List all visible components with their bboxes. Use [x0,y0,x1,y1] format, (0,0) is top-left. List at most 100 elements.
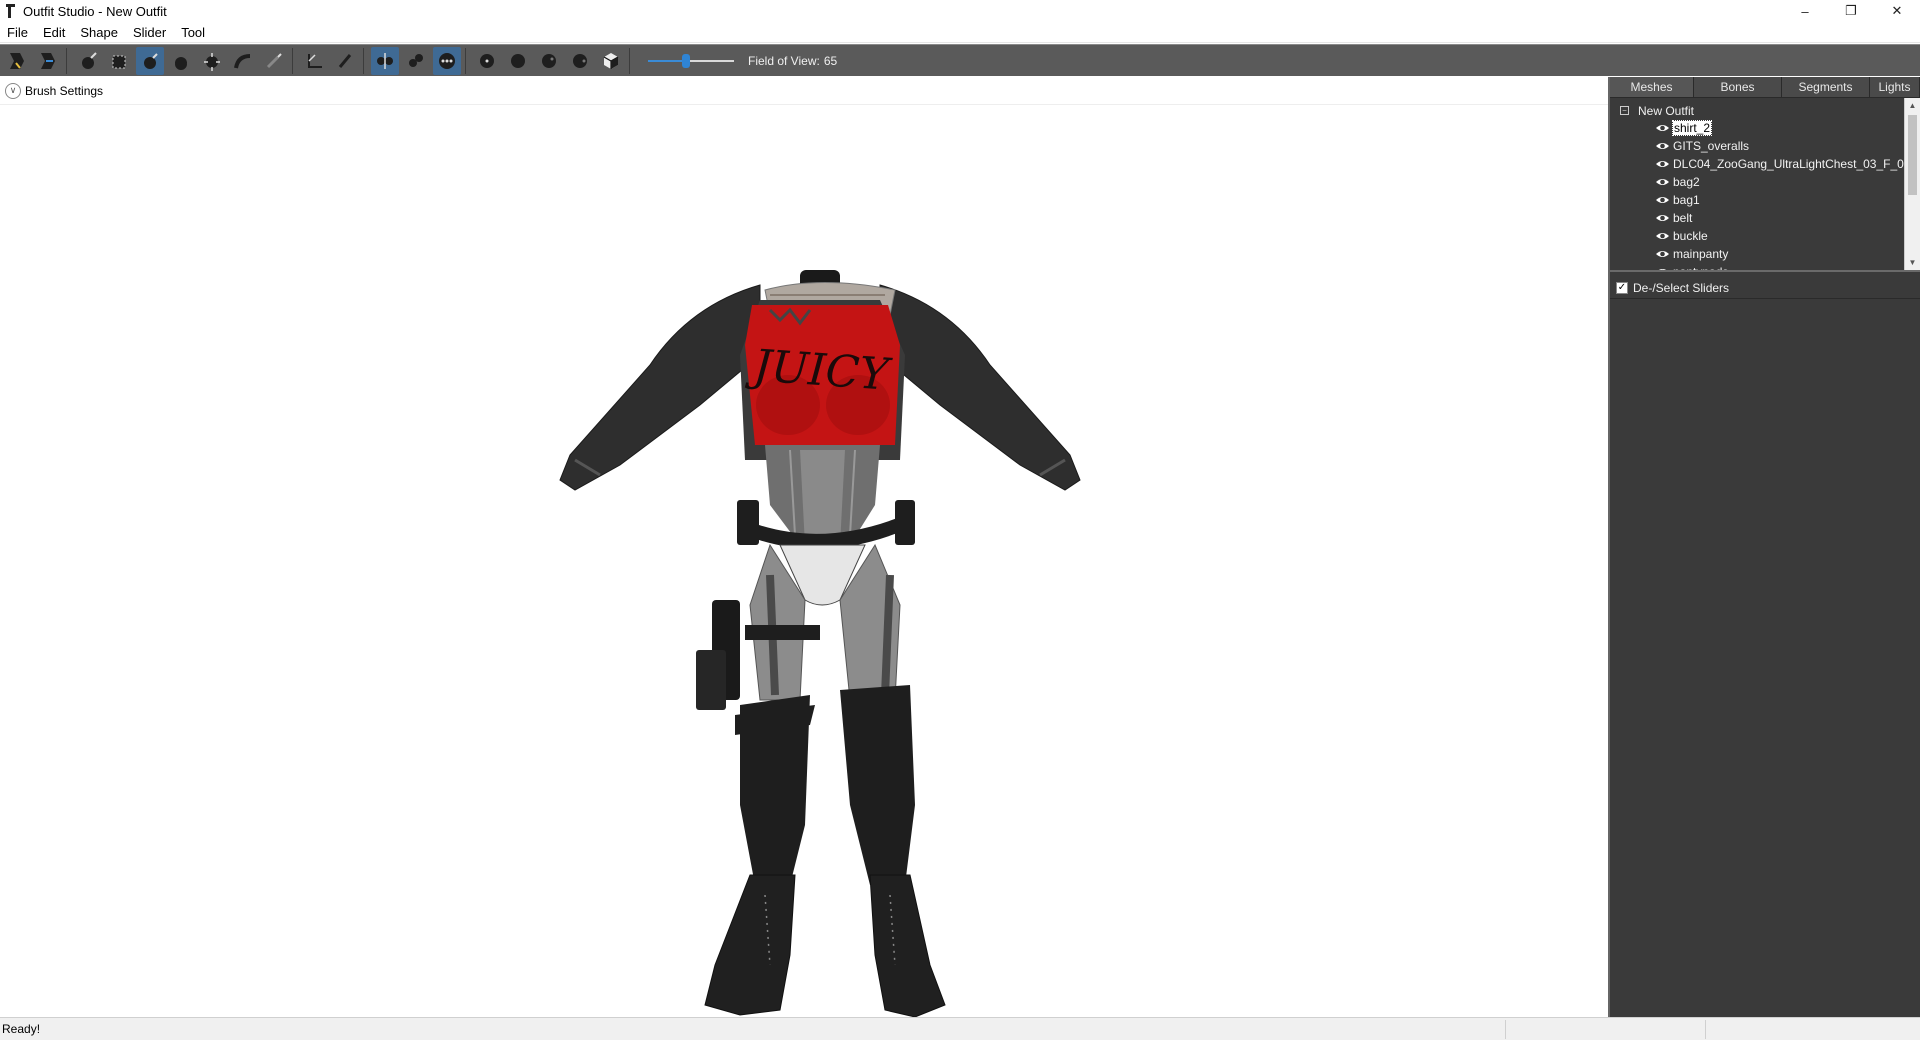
pivot-tool-icon [308,53,322,68]
tab-segments[interactable]: Segments [1782,77,1870,97]
connected-only-button[interactable] [402,47,430,75]
mesh-list-item[interactable]: GITS_overalls [1610,137,1920,155]
mask-brush-button[interactable] [74,47,102,75]
deflate-brush-icon [144,52,158,69]
mesh-list-item[interactable]: buckle [1610,227,1920,245]
menu-slider[interactable]: Slider [126,25,174,40]
visibility-eye-icon[interactable] [1655,177,1670,187]
visibility-eye-icon[interactable] [1655,195,1670,205]
fov-slider-thumb[interactable] [681,53,690,68]
sliders-header-label: De-/Select Sliders [1633,280,1730,295]
move-brush-icon [175,56,187,70]
window-controls: – ❐ ✕ [1782,0,1920,22]
pivot-tool-button[interactable] [300,47,328,75]
shirt-print-text: JUICY [744,340,894,401]
inflate-brush-icon [112,55,126,68]
collapse-toggle-icon[interactable]: − [1620,106,1629,115]
cube-view-icon [603,52,619,69]
scrollbar-thumb[interactable] [1908,115,1917,195]
weight-brush-icon [266,52,282,68]
menu-tool[interactable]: Tool [174,25,213,40]
menu-bar: File Edit Shape Slider Tool [0,22,1920,43]
undiff-brush-icon [234,53,251,68]
visibility-eye-icon[interactable] [1655,249,1670,259]
visibility-eye-icon[interactable] [1655,267,1670,272]
textures-button[interactable] [535,47,563,75]
scroll-up-icon[interactable]: ▲ [1905,98,1920,113]
tree-scrollbar[interactable]: ▲ ▼ [1904,98,1920,270]
menu-shape[interactable]: Shape [73,25,126,40]
mesh-list-item[interactable]: pantypads [1610,263,1920,272]
weight-brush-button[interactable] [260,47,288,75]
mesh-list-item[interactable]: belt [1610,209,1920,227]
vertex-colors-button[interactable] [566,47,594,75]
title-bar: Outfit Studio - New Outfit [0,0,1920,22]
status-text: Ready! [2,1022,41,1036]
mesh-name: mainpanty [1673,247,1729,261]
inflate-brush-button[interactable] [105,47,133,75]
status-bar: Ready! [0,1017,1920,1040]
window-title: Outfit Studio - New Outfit [23,3,167,19]
mesh-list-item[interactable]: bag2 [1610,173,1920,191]
minimize-button[interactable]: – [1782,0,1828,22]
pencil-tool-button[interactable] [331,47,359,75]
x-mirror-icon [377,52,393,69]
undiff-brush-button[interactable] [229,47,257,75]
smooth-brush-button[interactable] [198,47,226,75]
tab-bones[interactable]: Bones [1694,77,1782,97]
3d-viewport[interactable]: JUICY [0,105,1608,1017]
wireframe-button[interactable] [473,47,501,75]
fov-value: 65 [823,53,838,68]
visibility-eye-icon[interactable] [1655,123,1670,133]
transform-tool-button[interactable] [34,47,62,75]
mask-brush-icon [82,51,97,69]
vertex-colors-icon [573,53,587,68]
wireframe-icon [480,53,494,68]
menu-file[interactable]: File [0,25,36,40]
global-brush-button[interactable] [433,46,461,75]
toolbar-separator [465,47,466,74]
side-panel: Meshes Bones Segments Lights − New Outfi… [1608,77,1920,1017]
scroll-down-icon[interactable]: ▼ [1905,255,1920,270]
move-brush-button[interactable] [167,47,195,75]
mesh-tree: − New Outfit shirt_2 GITS_overalls DLC04_Z… [1610,97,1920,272]
brush-settings-label: Brush Settings [25,83,104,98]
visibility-eye-icon[interactable] [1655,213,1670,223]
tree-root[interactable]: − New Outfit [1610,102,1920,119]
tree-items: shirt_2 GITS_overalls DLC04_ZooGang_UltraL… [1610,119,1920,272]
tab-meshes[interactable]: Meshes [1610,77,1694,97]
fov-slider-fill [648,59,686,62]
select-sliders-checkbox[interactable]: ✓ [1616,281,1628,294]
fov-label: Field of View: [748,53,820,68]
close-button[interactable]: ✕ [1874,0,1920,22]
pencil-tool-icon [338,53,352,68]
toolbar-separator [292,47,293,74]
mesh-list-item[interactable]: shirt_2 [1610,119,1920,137]
restore-button[interactable]: ❐ [1828,0,1874,22]
menu-edit[interactable]: Edit [36,25,73,40]
chevron-down-icon[interactable]: ∨ [5,82,21,99]
lighting-icon [511,53,525,68]
visibility-eye-icon[interactable] [1655,159,1670,169]
mesh-list-item[interactable]: DLC04_ZooGang_UltraLightChest_03_F_0 [1610,155,1920,173]
visibility-eye-icon[interactable] [1655,231,1670,241]
select-tool-button[interactable] [3,47,31,75]
mesh-list-item[interactable]: bag1 [1610,191,1920,209]
mesh-name: GITS_overalls [1673,139,1750,153]
x-mirror-button[interactable] [371,46,399,75]
deflate-brush-button[interactable] [136,46,164,75]
mesh-name: bag1 [1673,193,1700,207]
visibility-eye-icon[interactable] [1655,141,1670,151]
mesh-list-item[interactable]: mainpanty [1610,245,1920,263]
sliders-header: ✓ De-/Select Sliders [1610,277,1920,299]
connected-only-icon [409,53,423,67]
fov-slider[interactable] [648,51,734,71]
toolbar: Field of View: 65 [0,44,1920,76]
tree-root-label: New Outfit [1638,103,1695,118]
tab-lights[interactable]: Lights [1870,77,1920,97]
status-divider [1505,1020,1506,1039]
brush-settings-bar[interactable]: ∨ Brush Settings [0,77,1608,105]
cube-view-button[interactable] [597,47,625,75]
lighting-button[interactable] [504,47,532,75]
mesh-name: buckle [1673,229,1708,243]
